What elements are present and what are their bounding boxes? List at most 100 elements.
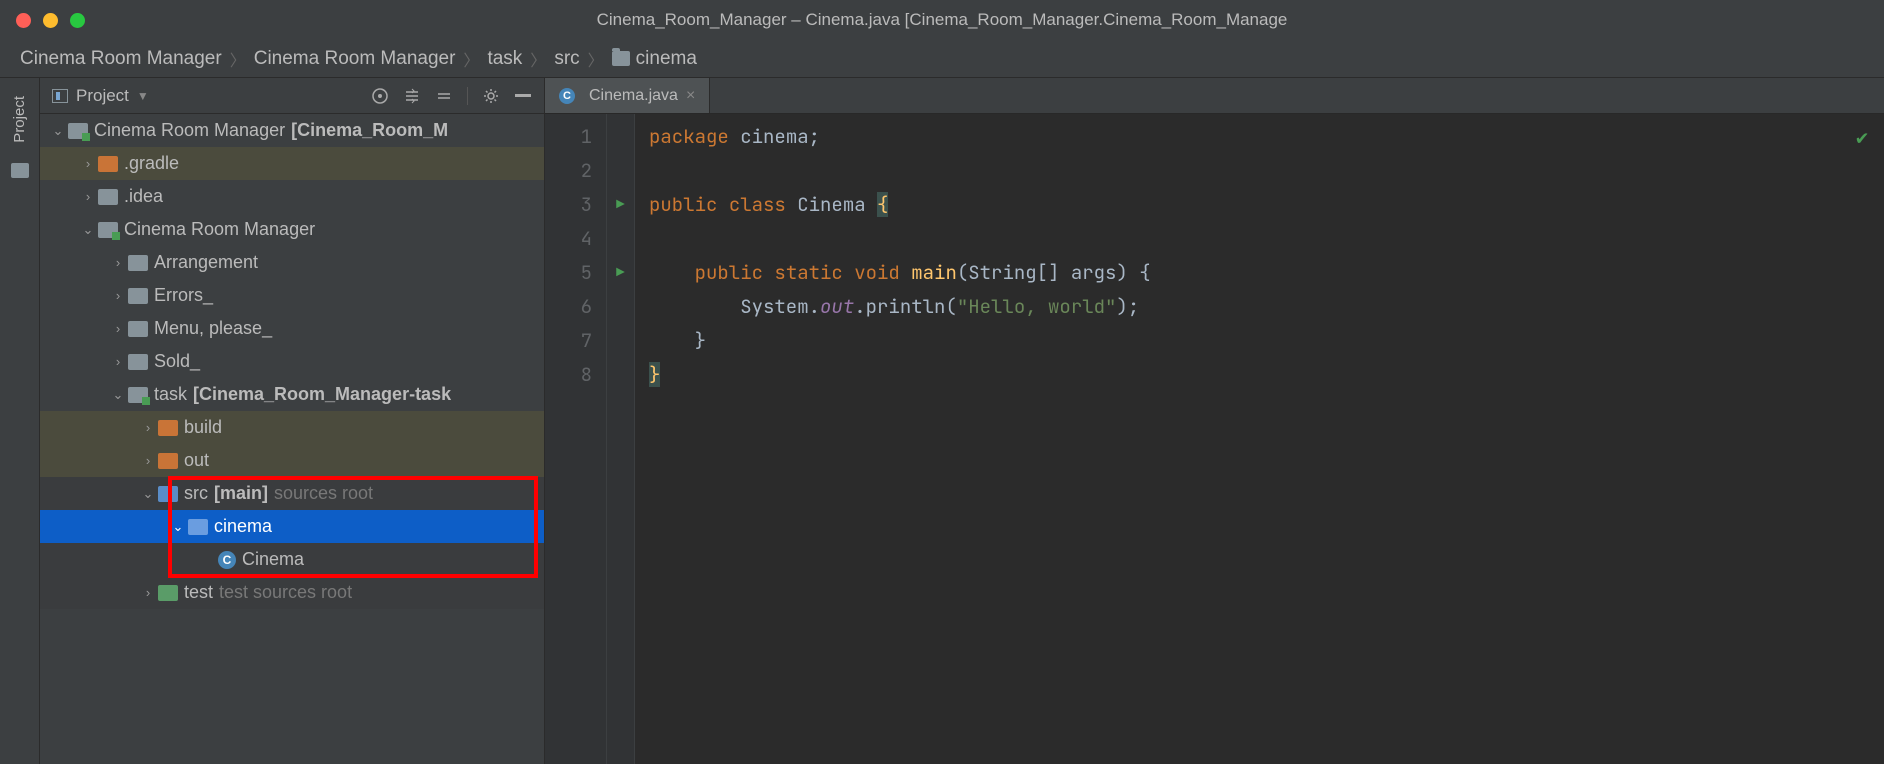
tree-label: test <box>184 582 213 603</box>
chevron-down-icon[interactable]: ⌄ <box>138 486 158 502</box>
chevron-right-icon[interactable]: › <box>78 156 98 171</box>
package-icon <box>188 519 208 535</box>
chevron-right-icon[interactable]: › <box>138 453 158 468</box>
project-tool-tab[interactable]: Project <box>7 88 32 151</box>
run-icon[interactable]: ▶ <box>607 256 634 290</box>
tree-item-task[interactable]: ⌄ task [Cinema_Room_Manager-task <box>40 378 544 411</box>
chevron-right-icon: 〉 <box>463 47 479 71</box>
folder-icon <box>98 156 118 172</box>
folder-icon <box>158 420 178 436</box>
tree-item-module[interactable]: ⌄ Cinema Room Manager <box>40 213 544 246</box>
tree-item-menu[interactable]: › Menu, please_ <box>40 312 544 345</box>
tree-item-out[interactable]: › out <box>40 444 544 477</box>
close-window-button[interactable] <box>16 13 31 28</box>
code-content[interactable]: package cinema; public class Cinema { pu… <box>635 114 1884 764</box>
tree-label: Cinema <box>242 549 304 570</box>
tab-label: Cinema.java <box>589 87 678 105</box>
chevron-right-icon[interactable]: › <box>108 321 128 336</box>
chevron-right-icon[interactable]: › <box>108 255 128 270</box>
tree-item-gradle[interactable]: › .gradle <box>40 147 544 180</box>
locate-icon[interactable] <box>371 87 389 105</box>
breadcrumb: Cinema Room Manager 〉 Cinema Room Manage… <box>0 40 1884 78</box>
source-folder-icon <box>158 486 178 502</box>
breadcrumb-item[interactable]: Cinema Room Manager <box>20 48 222 70</box>
hide-icon[interactable] <box>514 87 532 105</box>
tree-item-build[interactable]: › build <box>40 411 544 444</box>
tree-label: Sold_ <box>154 351 200 372</box>
tree-label-bold: [main] <box>214 483 268 504</box>
minimize-window-button[interactable] <box>43 13 58 28</box>
tree-item-cinema-package[interactable]: ⌄ cinema <box>40 510 544 543</box>
line-number: 5 <box>545 256 592 290</box>
breadcrumb-item[interactable]: src <box>554 48 579 70</box>
tree-item-cinema-class[interactable]: C Cinema <box>40 543 544 576</box>
collapse-all-icon[interactable] <box>435 87 453 105</box>
class-icon: C <box>218 551 236 569</box>
tree-item-idea[interactable]: › .idea <box>40 180 544 213</box>
tree-item-root[interactable]: ⌄ Cinema Room Manager [Cinema_Room_M <box>40 114 544 147</box>
tree-label: Menu, please_ <box>154 318 272 339</box>
expand-all-icon[interactable] <box>403 87 421 105</box>
folder-icon[interactable] <box>11 163 29 178</box>
folder-icon <box>128 321 148 337</box>
panel-title: Project <box>76 86 129 106</box>
breadcrumb-label: cinema <box>636 48 697 70</box>
chevron-right-icon[interactable]: › <box>78 189 98 204</box>
line-number: 2 <box>545 154 592 188</box>
tree-item-test[interactable]: › test test sources root <box>40 576 544 609</box>
folder-icon <box>128 354 148 370</box>
chevron-right-icon: 〉 <box>230 47 246 71</box>
tree-label: out <box>184 450 209 471</box>
breadcrumb-item[interactable]: task <box>487 48 522 70</box>
editor-tab-bar: C Cinema.java × <box>545 78 1884 114</box>
line-number-gutter: 1 2 3 4 5 6 7 8 <box>545 114 607 764</box>
module-icon <box>98 222 118 238</box>
line-number: 6 <box>545 290 592 324</box>
breadcrumb-item[interactable]: Cinema Room Manager <box>254 48 456 70</box>
tree-label: cinema <box>214 516 272 537</box>
breadcrumb-item[interactable]: cinema <box>612 48 697 70</box>
line-number: 7 <box>545 324 592 358</box>
tree-item-src[interactable]: ⌄ src [main] sources root <box>40 477 544 510</box>
chevron-right-icon: 〉 <box>588 47 604 71</box>
chevron-down-icon[interactable]: ⌄ <box>168 519 188 535</box>
chevron-down-icon[interactable]: ⌄ <box>48 123 68 139</box>
test-folder-icon <box>158 585 178 601</box>
tree-label: task <box>154 384 187 405</box>
code-editor[interactable]: 1 2 3 4 5 6 7 8 ▶ ▶ package cine <box>545 114 1884 764</box>
chevron-right-icon[interactable]: › <box>138 585 158 600</box>
chevron-right-icon: 〉 <box>530 47 546 71</box>
tree-label: Arrangement <box>154 252 258 273</box>
chevron-right-icon[interactable]: › <box>108 288 128 303</box>
chevron-down-icon[interactable]: ▼ <box>137 89 149 103</box>
tree-label: Cinema Room Manager <box>94 120 285 141</box>
chevron-down-icon[interactable]: ⌄ <box>108 387 128 403</box>
maximize-window-button[interactable] <box>70 13 85 28</box>
folder-icon <box>128 288 148 304</box>
tree-item-sold[interactable]: › Sold_ <box>40 345 544 378</box>
tree-hint: [Cinema_Room_Manager-task <box>193 384 451 405</box>
project-tree[interactable]: ⌄ Cinema Room Manager [Cinema_Room_M › .… <box>40 114 544 764</box>
tree-item-errors[interactable]: › Errors_ <box>40 279 544 312</box>
chevron-right-icon[interactable]: › <box>138 420 158 435</box>
module-icon <box>68 123 88 139</box>
tree-hint: sources root <box>274 483 373 504</box>
editor-tab[interactable]: C Cinema.java × <box>545 78 710 113</box>
check-icon[interactable]: ✔ <box>1856 124 1868 150</box>
panel-header: Project ▼ <box>40 78 544 114</box>
run-icon[interactable]: ▶ <box>607 188 634 222</box>
chevron-down-icon[interactable]: ⌄ <box>78 222 98 238</box>
tree-label: .gradle <box>124 153 179 174</box>
line-number: 4 <box>545 222 592 256</box>
close-icon[interactable]: × <box>686 87 695 105</box>
tree-item-arrangement[interactable]: › Arrangement <box>40 246 544 279</box>
tree-label: build <box>184 417 222 438</box>
line-number: 1 <box>545 120 592 154</box>
tree-hint: [Cinema_Room_M <box>291 120 448 141</box>
gear-icon[interactable] <box>482 87 500 105</box>
line-number: 8 <box>545 358 592 392</box>
title-bar: Cinema_Room_Manager – Cinema.java [Cinem… <box>0 0 1884 40</box>
folder-icon <box>612 51 630 66</box>
tree-hint: test sources root <box>219 582 352 603</box>
chevron-right-icon[interactable]: › <box>108 354 128 369</box>
